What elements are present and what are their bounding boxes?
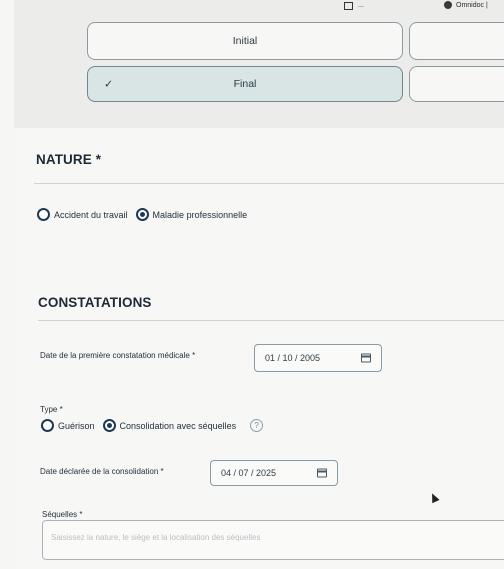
bookmark-item[interactable]: ...: [358, 2, 364, 9]
first-date-value: 01 / 10 / 2005: [265, 353, 321, 363]
radio-maladie-professionnelle[interactable]: [135, 208, 149, 221]
radio-accident-du-travail[interactable]: [37, 208, 50, 221]
segment-initial[interactable]: Initial: [87, 22, 403, 60]
nature-radio-group: Accident du travail Maladie professionne…: [37, 208, 255, 221]
radio-consolidation-avec-sequelles[interactable]: [102, 419, 116, 432]
check-icon: ✓: [104, 78, 114, 91]
help-icon[interactable]: ?: [250, 419, 264, 432]
type-label: Type *: [40, 405, 63, 414]
segment-final[interactable]: ✓ Final: [87, 66, 403, 102]
segment-extra-top[interactable]: [409, 22, 504, 60]
calendar-icon[interactable]: [317, 468, 327, 478]
first-date-input[interactable]: 01 / 10 / 2005: [254, 344, 382, 372]
radio-label-accident[interactable]: Accident du travail: [54, 210, 128, 220]
radio-label-maladie[interactable]: Maladie professionnelle: [153, 210, 248, 220]
omnidoc-favicon-icon: [444, 1, 452, 9]
radio-label-consolidation[interactable]: Consolidation avec séquelles: [120, 421, 237, 431]
consolidation-date-input[interactable]: 04 / 07 / 2025: [210, 460, 338, 486]
nature-divider: [34, 183, 504, 184]
segment-extra-bottom[interactable]: [409, 66, 504, 102]
bookmark-checkbox-icon[interactable]: [344, 2, 353, 10]
constatations-divider: [38, 320, 504, 321]
segment-initial-label: Initial: [232, 35, 258, 47]
sequelles-label: Séquelles *: [42, 510, 83, 519]
top-panel: [14, 0, 504, 128]
nature-heading: NATURE *: [36, 152, 102, 167]
sequelles-textarea[interactable]: Saisissez la nature, le siège et la loca…: [42, 520, 504, 560]
consolidation-date-value: 04 / 07 / 2025: [221, 468, 277, 478]
bookmark-item-omnidoc[interactable]: Omnidoc |: [456, 2, 488, 9]
consolidation-date-label: Date déclarée de la consolidation *: [40, 467, 164, 476]
constatations-heading: CONSTATATIONS: [38, 295, 152, 310]
browser-bookmark-strip: ... Omnidoc |: [336, 0, 504, 12]
radio-guerison[interactable]: [41, 419, 54, 432]
calendar-icon[interactable]: [361, 353, 371, 363]
sequelles-placeholder: Saisissez la nature, le siège et la loca…: [51, 533, 261, 542]
segment-final-label: Final: [233, 78, 257, 90]
type-radio-group: Guérison Consolidation avec séquelles ?: [41, 419, 264, 432]
first-date-label: Date de la première constatation médical…: [40, 351, 196, 360]
radio-label-guerison[interactable]: Guérison: [58, 421, 95, 431]
